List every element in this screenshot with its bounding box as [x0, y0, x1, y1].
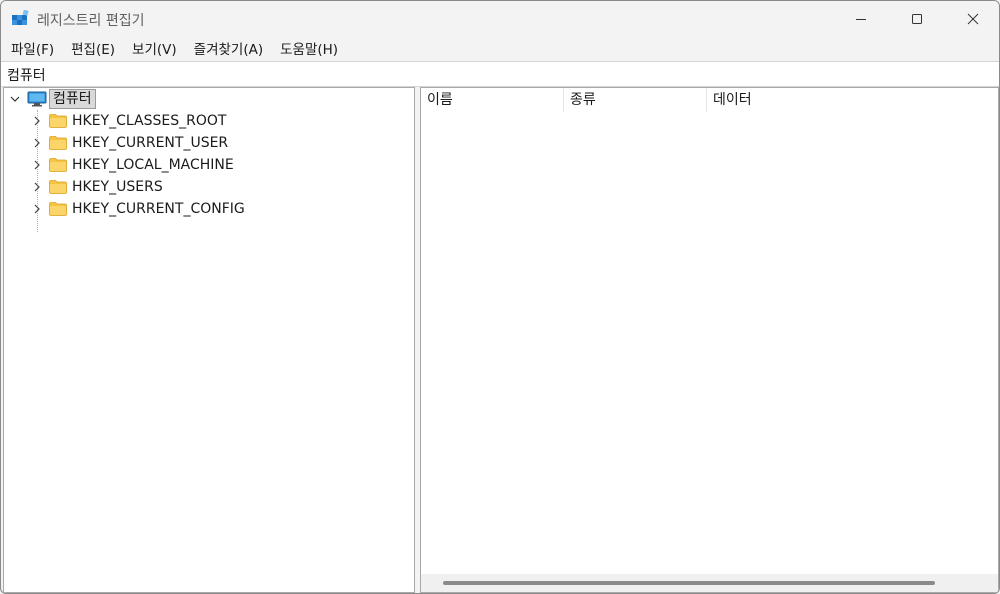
address-bar[interactable]: 컴퓨터: [1, 61, 999, 87]
key-tree-pane[interactable]: 컴퓨터 HKEY_CLASSES_ROOT HKEY_CURRENT_USER: [3, 87, 415, 593]
collapse-chevron-icon[interactable]: [8, 92, 22, 106]
tree-item-label: HKEY_CLASSES_ROOT: [72, 113, 227, 129]
menu-favorites[interactable]: 즐겨찾기(A): [185, 39, 271, 61]
tree-item-hkey-current-config[interactable]: HKEY_CURRENT_CONFIG: [30, 198, 245, 220]
folder-icon: [49, 136, 67, 150]
folder-icon: [49, 114, 67, 128]
minimize-icon: [856, 19, 866, 20]
expand-chevron-icon[interactable]: [30, 158, 44, 172]
folder-icon: [49, 202, 67, 216]
computer-icon: [27, 91, 47, 107]
title-bar[interactable]: 레지스트리 편집기: [1, 1, 999, 37]
menu-help[interactable]: 도움말(H): [271, 39, 346, 61]
column-header-name[interactable]: 이름: [421, 88, 564, 112]
menu-bar: 파일(F) 편집(E) 보기(V) 즐겨찾기(A) 도움말(H): [1, 39, 346, 61]
folder-icon: [49, 180, 67, 194]
value-list-pane[interactable]: 이름 종류 데이터: [420, 87, 999, 593]
expand-chevron-icon[interactable]: [30, 136, 44, 150]
tree-item-label: HKEY_CURRENT_CONFIG: [72, 201, 245, 217]
menu-file[interactable]: 파일(F): [1, 39, 62, 61]
tree-item-label: HKEY_CURRENT_USER: [72, 135, 229, 151]
tree-item-hkey-current-user[interactable]: HKEY_CURRENT_USER: [30, 132, 228, 154]
close-icon: [967, 13, 979, 25]
tree-item-label: HKEY_LOCAL_MACHINE: [72, 157, 234, 173]
horizontal-scrollbar[interactable]: [421, 574, 998, 592]
expand-chevron-icon[interactable]: [30, 180, 44, 194]
minimize-button[interactable]: [833, 1, 889, 37]
registry-editor-window: 레지스트리 편집기 파일(F) 편집(E) 보기(V) 즐겨찾기(A) 도움말(…: [0, 0, 1000, 594]
column-header-type[interactable]: 종류: [564, 88, 707, 112]
maximize-button[interactable]: [889, 1, 945, 37]
window-title: 레지스트리 편집기: [37, 13, 145, 29]
scrollbar-thumb[interactable]: [443, 581, 935, 585]
tree-item-label: 컴퓨터: [49, 89, 96, 109]
maximize-icon: [912, 14, 922, 24]
registry-app-icon: [12, 10, 29, 25]
address-path: 컴퓨터: [7, 68, 46, 84]
list-header: 이름 종류 데이터: [421, 88, 998, 112]
expand-chevron-icon[interactable]: [30, 114, 44, 128]
tree-item-label: HKEY_USERS: [72, 179, 163, 195]
tree-item-hkey-users[interactable]: HKEY_USERS: [30, 176, 163, 198]
expand-chevron-icon[interactable]: [30, 202, 44, 216]
column-header-data[interactable]: 데이터: [707, 88, 998, 112]
tree-item-hkey-local-machine[interactable]: HKEY_LOCAL_MACHINE: [30, 154, 234, 176]
tree-item-hkey-classes-root[interactable]: HKEY_CLASSES_ROOT: [30, 110, 226, 132]
folder-icon: [49, 158, 67, 172]
tree-item-computer[interactable]: 컴퓨터: [8, 88, 96, 110]
menu-edit[interactable]: 편집(E): [62, 39, 123, 61]
menu-view[interactable]: 보기(V): [123, 39, 185, 61]
close-button[interactable]: [945, 1, 999, 37]
